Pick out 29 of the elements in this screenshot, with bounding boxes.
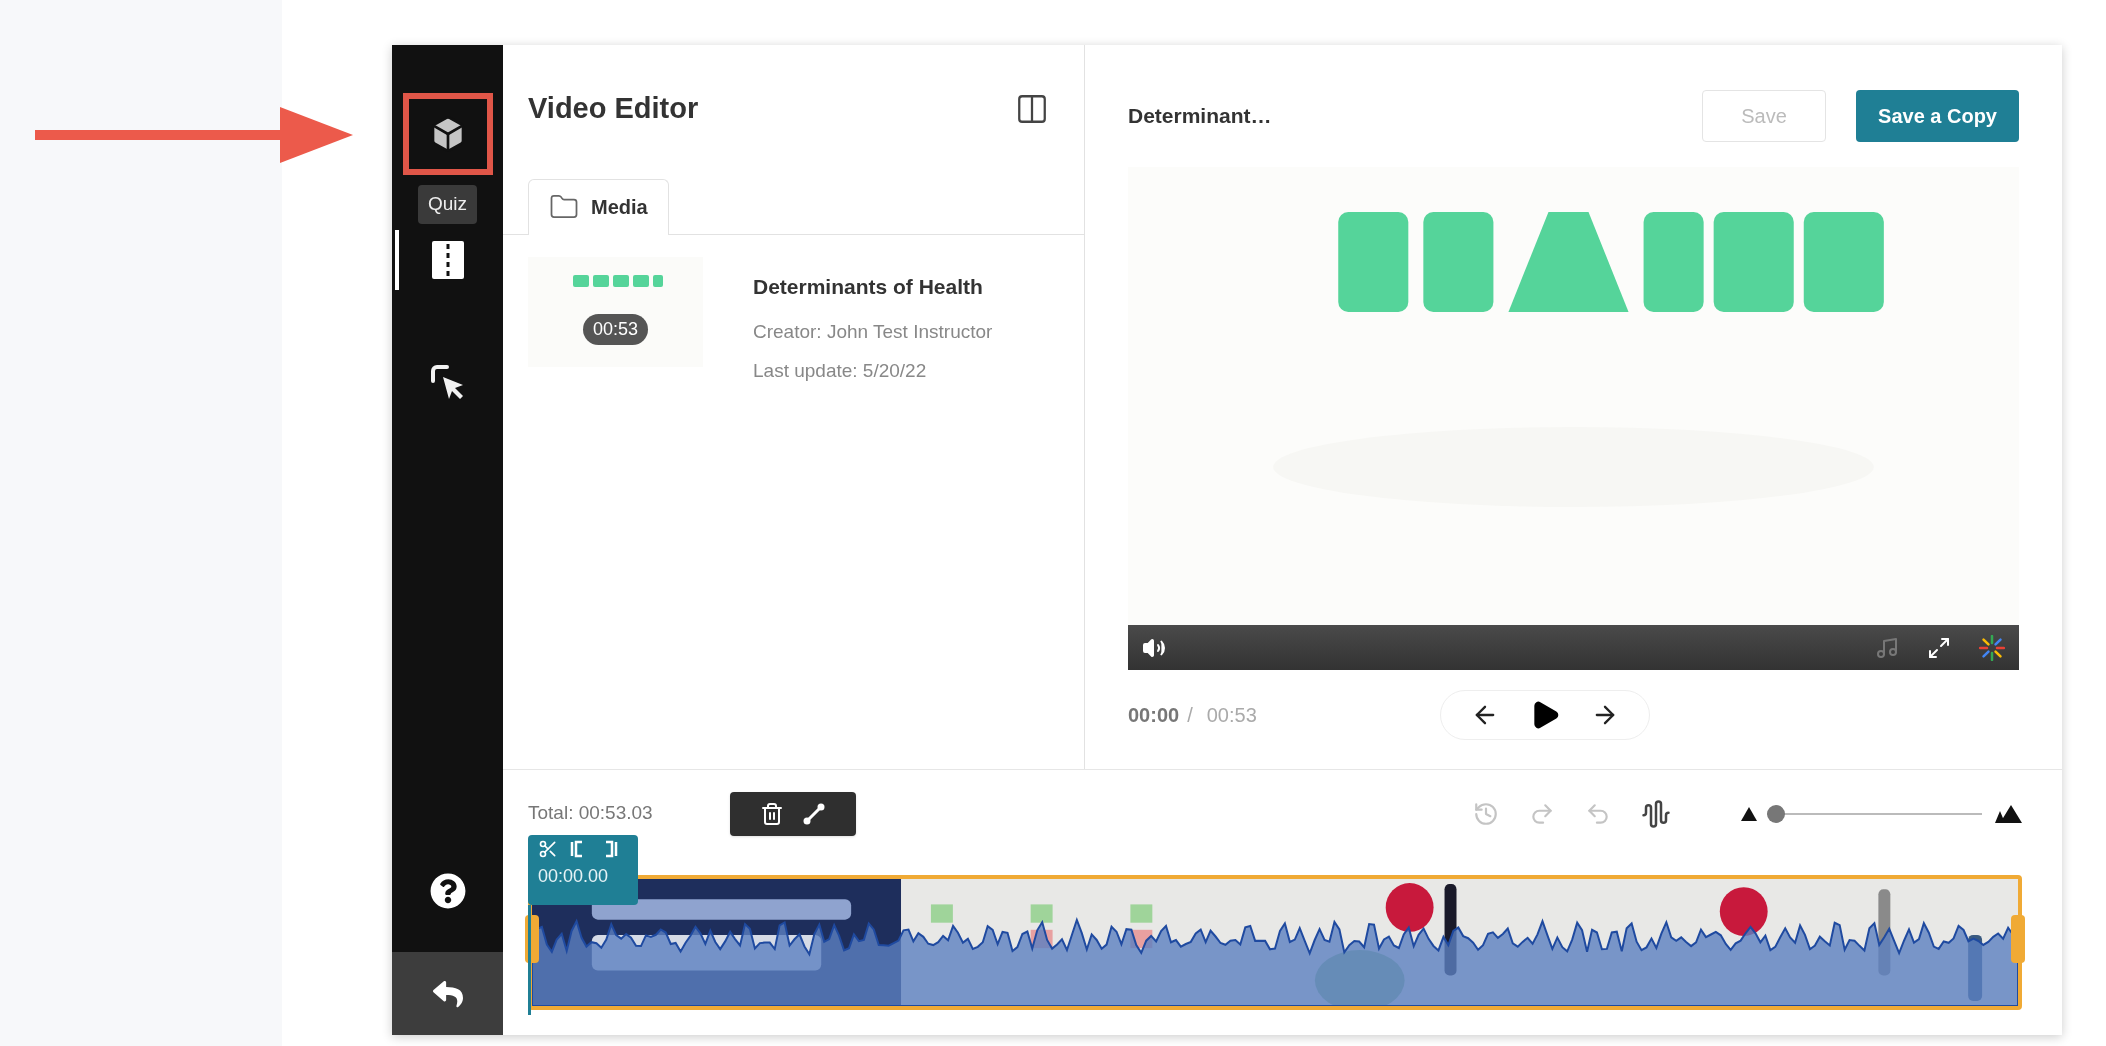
panel-title: Video Editor bbox=[528, 91, 699, 126]
current-time: 00:00 bbox=[1128, 703, 1180, 728]
connect-icon[interactable] bbox=[802, 801, 826, 826]
spinner-icon[interactable] bbox=[1979, 634, 2005, 661]
media-title[interactable]: Determinants of Health bbox=[753, 270, 993, 302]
tooltip: Quiz bbox=[417, 185, 478, 224]
zoom-in-icon[interactable] bbox=[1992, 804, 2022, 823]
time-separator: / bbox=[1187, 703, 1193, 728]
scissors-icon[interactable] bbox=[538, 839, 558, 859]
fullscreen-icon[interactable] bbox=[1927, 635, 1951, 660]
music-note-icon[interactable] bbox=[1875, 635, 1899, 660]
save-copy-button[interactable]: Save a Copy bbox=[1856, 90, 2019, 142]
back-icon bbox=[432, 978, 463, 1009]
marker-time: 00:00.00 bbox=[538, 865, 610, 888]
film-strip-icon bbox=[431, 241, 464, 279]
zoom-out-icon[interactable] bbox=[1741, 806, 1757, 821]
media-tab[interactable]: Media bbox=[528, 178, 669, 235]
total-duration: 00:53 bbox=[1206, 703, 1257, 728]
total-duration-label: Total: 00:53.03 bbox=[528, 801, 654, 826]
slider-thumb[interactable] bbox=[1767, 804, 1785, 823]
media-creator: Creator: John Test Instructor bbox=[753, 320, 993, 344]
waveform-icon[interactable] bbox=[1641, 798, 1671, 829]
trim-handle-right[interactable] bbox=[2011, 915, 2025, 963]
back-button[interactable] bbox=[392, 952, 503, 1035]
trash-icon[interactable] bbox=[760, 801, 784, 826]
sidebar-button[interactable] bbox=[402, 93, 493, 175]
media-last-update: Last update: 5/20/22 bbox=[753, 358, 928, 383]
help-icon bbox=[429, 872, 466, 909]
video-title: Determinant… bbox=[1128, 103, 1272, 130]
